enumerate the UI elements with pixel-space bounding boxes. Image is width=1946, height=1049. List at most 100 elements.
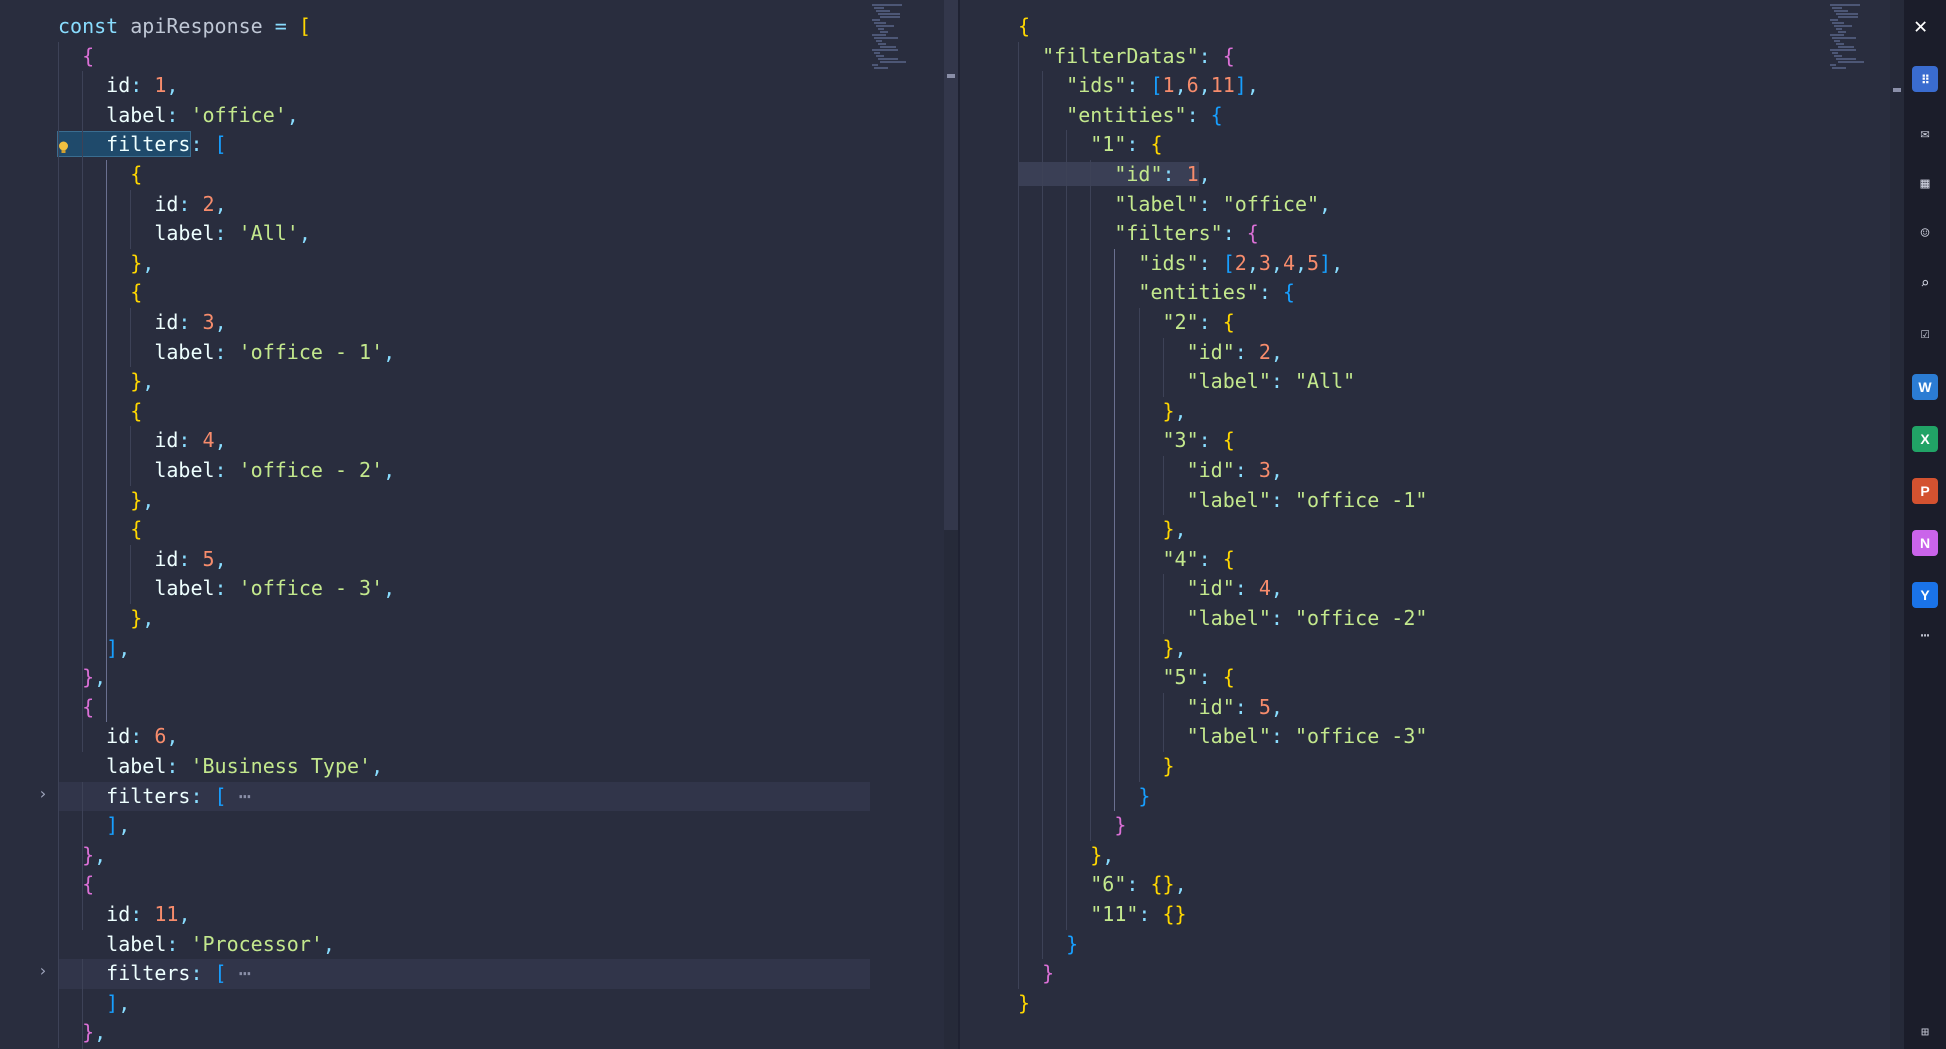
code-line[interactable]: label: 'Processor',: [0, 930, 870, 960]
code-line[interactable]: },: [0, 663, 870, 693]
code-token: ,: [383, 339, 396, 364]
minimap[interactable]: [870, 0, 950, 90]
vertical-scrollbar[interactable]: [944, 0, 958, 1049]
left-editor-pane[interactable]: const apiResponse = [ { id: 1, label: 'o…: [0, 0, 958, 1049]
code-token: }: [1018, 931, 1079, 956]
code-line[interactable]: "id": 1,: [960, 160, 1904, 190]
code-line[interactable]: filters: [ ⋯: [58, 959, 870, 989]
code-line[interactable]: "id": 2,: [960, 338, 1904, 368]
code-line[interactable]: id: 11,: [0, 900, 870, 930]
code-line[interactable]: "3": {: [960, 426, 1904, 456]
code-line[interactable]: const apiResponse = [: [0, 12, 870, 42]
minimap-line: [1834, 40, 1840, 42]
minimap-line: [872, 49, 898, 51]
code-line[interactable]: filters: [ ⋯: [58, 781, 870, 812]
code-token: :: [1270, 487, 1295, 512]
code-token: ,: [286, 102, 299, 127]
code-line[interactable]: {: [0, 160, 870, 190]
people-icon[interactable]: ☺: [1916, 224, 1934, 242]
code-token: =: [274, 14, 299, 38]
code-line[interactable]: "filters": {: [960, 219, 1904, 249]
code-line[interactable]: {: [960, 12, 1904, 42]
powerpoint-app-icon[interactable]: P: [1912, 478, 1938, 504]
code-line[interactable]: "4": {: [960, 545, 1904, 575]
code-line[interactable]: }: [960, 959, 1904, 989]
code-line[interactable]: }: [960, 930, 1904, 960]
code-line[interactable]: "1": {: [960, 130, 1904, 160]
lightbulb-icon[interactable]: [58, 136, 69, 154]
code-line[interactable]: "label": "office -2": [960, 604, 1904, 634]
code-line[interactable]: "id": 3,: [960, 456, 1904, 486]
code-line[interactable]: "ids": [1,6,11],: [960, 71, 1904, 101]
code-line[interactable]: },: [0, 486, 870, 516]
close-icon[interactable]: ✕: [1914, 14, 1927, 39]
code-token: :: [1234, 694, 1259, 719]
apps-grid-icon[interactable]: ⠿: [1912, 66, 1938, 92]
yammer-app-icon[interactable]: Y: [1912, 582, 1938, 608]
code-line[interactable]: },: [960, 397, 1904, 427]
code-line[interactable]: "5": {: [960, 663, 1904, 693]
code-line[interactable]: "id": 5,: [960, 693, 1904, 723]
mail-icon[interactable]: ✉: [1916, 124, 1934, 142]
code-line[interactable]: {: [0, 870, 870, 900]
right-editor-pane[interactable]: { "filterDatas": { "ids": [1,6,11], "ent…: [960, 0, 1904, 1049]
code-line[interactable]: filters: [: [0, 130, 870, 160]
code-token: }: [1018, 813, 1127, 838]
code-line[interactable]: ],: [0, 989, 870, 1019]
code-line[interactable]: "entities": {: [960, 101, 1904, 131]
code-line[interactable]: "filterDatas": {: [960, 42, 1904, 72]
fold-chevron-icon[interactable]: ›: [38, 784, 48, 803]
onenote-app-icon[interactable]: N: [1912, 530, 1938, 556]
word-app-icon[interactable]: W: [1912, 374, 1938, 400]
code-line[interactable]: }: [960, 782, 1904, 812]
code-token: }: [58, 665, 95, 690]
code-line[interactable]: "label": "office -3": [960, 722, 1904, 752]
code-line[interactable]: {: [0, 397, 870, 427]
more-apps-icon[interactable]: ⋯: [1916, 626, 1934, 644]
code-line[interactable]: {: [0, 278, 870, 308]
code-line[interactable]: },: [0, 1018, 870, 1048]
code-line[interactable]: },: [0, 249, 870, 279]
vertical-scrollbar[interactable]: [1890, 0, 1904, 1049]
code-line[interactable]: },: [0, 367, 870, 397]
code-line[interactable]: "id": 4,: [960, 574, 1904, 604]
code-line[interactable]: },: [960, 841, 1904, 871]
code-token: id: [58, 191, 179, 216]
code-line[interactable]: {: [0, 42, 870, 72]
code-line[interactable]: "6": {},: [960, 870, 1904, 900]
minimap-line: [876, 55, 884, 57]
fold-chevron-icon[interactable]: ›: [38, 961, 48, 980]
code-line[interactable]: {: [0, 515, 870, 545]
code-line[interactable]: },: [960, 515, 1904, 545]
code-line[interactable]: id: 6,: [0, 722, 870, 752]
code-line[interactable]: label: 'office',: [0, 101, 870, 131]
code-line[interactable]: },: [0, 841, 870, 871]
code-line[interactable]: "label": "office -1": [960, 486, 1904, 516]
attachment-icon[interactable]: ⌕: [1916, 274, 1934, 292]
code-line[interactable]: ],: [0, 634, 870, 664]
code-line[interactable]: }: [960, 752, 1904, 782]
code-line[interactable]: {: [0, 693, 870, 723]
code-line[interactable]: label: 'Business Type',: [0, 752, 870, 782]
code-token: ,: [142, 487, 155, 512]
calendar-icon[interactable]: ▦: [1916, 174, 1934, 192]
code-line[interactable]: "entities": {: [960, 278, 1904, 308]
code-line[interactable]: id: 1,: [0, 71, 870, 101]
code-line[interactable]: "label": "office",: [960, 190, 1904, 220]
code-line[interactable]: }: [960, 811, 1904, 841]
code-line[interactable]: "ids": [2,3,4,5],: [960, 249, 1904, 279]
code-token: :: [1234, 576, 1259, 601]
code-line[interactable]: "2": {: [960, 308, 1904, 338]
code-line[interactable]: },: [960, 634, 1904, 664]
code-line[interactable]: },: [0, 604, 870, 634]
code-token: ,: [94, 842, 107, 867]
code-line[interactable]: }: [960, 989, 1904, 1019]
code-token: "label": [1018, 191, 1199, 216]
windows-icon[interactable]: ⊞: [1916, 1024, 1934, 1042]
code-line[interactable]: "label": "All": [960, 367, 1904, 397]
code-line[interactable]: ],: [0, 811, 870, 841]
excel-app-icon[interactable]: X: [1912, 426, 1938, 452]
scrollbar-thumb[interactable]: [944, 0, 958, 530]
tasks-icon[interactable]: ☑: [1916, 324, 1934, 342]
code-line[interactable]: "11": {}: [960, 900, 1904, 930]
